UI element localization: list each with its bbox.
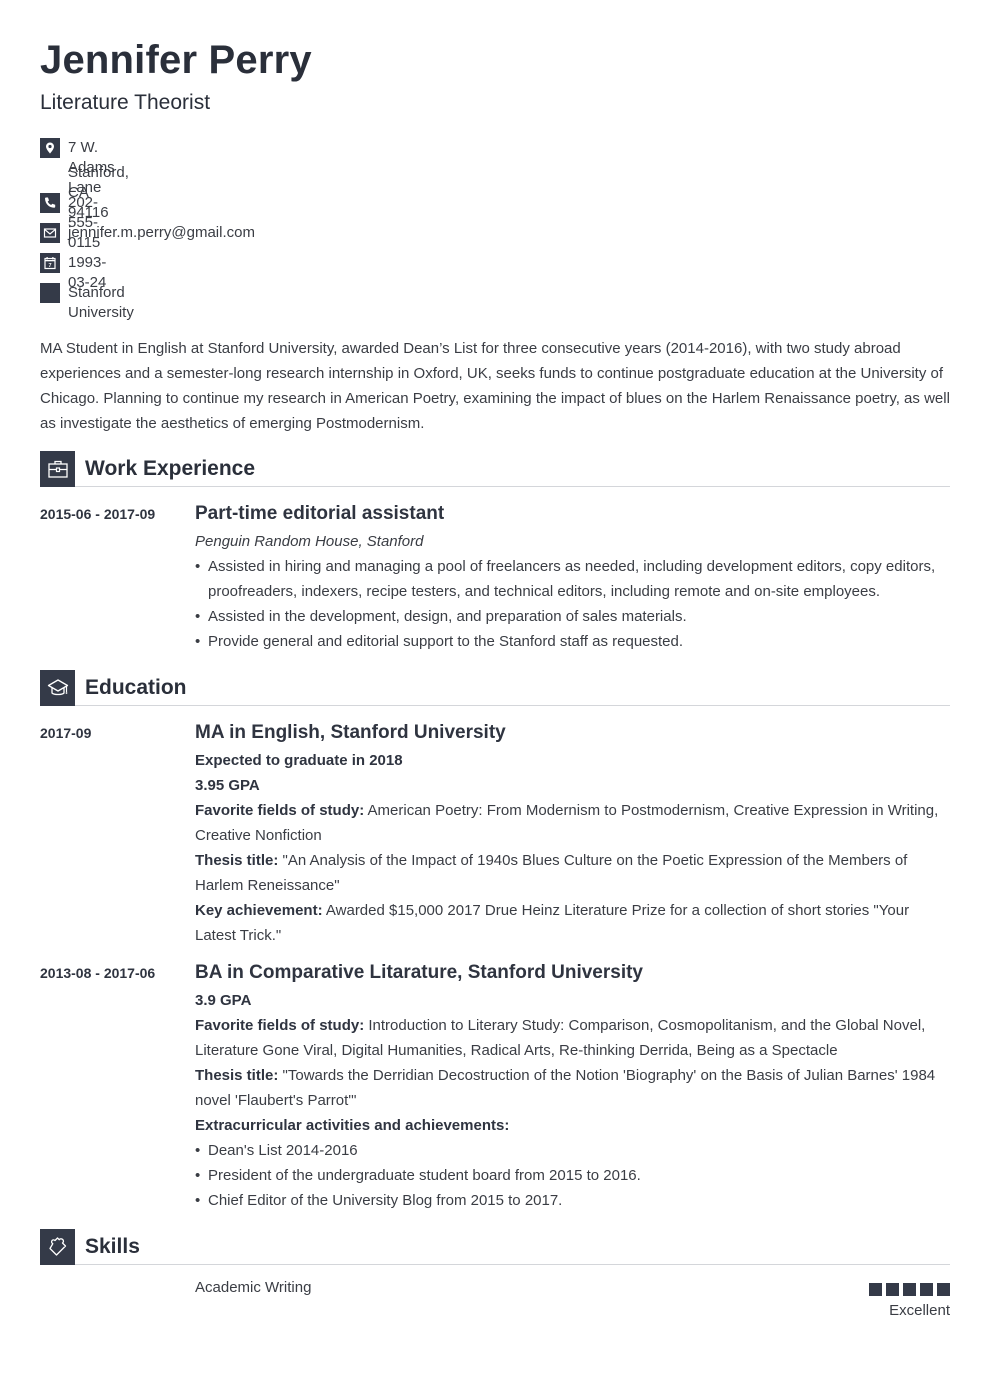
- education-entry: MA in English, Stanford University Expec…: [195, 721, 950, 948]
- list-item: Assisted in the development, design, and…: [195, 604, 950, 629]
- education-entry: BA in Comparative Litarature, Stanford U…: [195, 961, 950, 1213]
- field-label: Key achievement:: [195, 902, 323, 919]
- extracurricular-list: Dean's List 2014-2016 President of the u…: [195, 1138, 950, 1213]
- field-label: Thesis title:: [195, 1067, 279, 1084]
- rating-square: [903, 1283, 916, 1296]
- skill-name: Academic Writing: [195, 1279, 312, 1296]
- contact-phone: 202-555-0115: [40, 193, 101, 251]
- education-date: 2013-08 - 2017-06: [40, 965, 156, 981]
- candidate-title: Literature Theorist: [40, 91, 211, 114]
- expected-graduation: Expected to graduate in 2018: [195, 752, 403, 769]
- section-education: Education: [40, 670, 950, 706]
- address-line-2: Stanford, CA 94116: [68, 164, 129, 221]
- section-title: Skills: [85, 1235, 140, 1258]
- square-icon: [40, 283, 60, 303]
- phone-number: 202-555-0115: [68, 194, 101, 251]
- university-name: Stanford University: [68, 284, 134, 321]
- field-label: Thesis title:: [195, 852, 279, 869]
- key-achievement: Key achievement: Awarded $15,000 2017 Dr…: [195, 898, 950, 948]
- graduation-cap-icon: [40, 670, 75, 706]
- degree-title: BA in Comparative Litarature, Stanford U…: [195, 962, 644, 983]
- section-title: Education: [85, 676, 187, 699]
- rating-square: [920, 1283, 933, 1296]
- field-label: Favorite fields of study:: [195, 802, 365, 819]
- favorite-fields: Favorite fields of study: American Poetr…: [195, 798, 950, 848]
- education-date: 2017-09: [40, 725, 92, 741]
- svg-text:7: 7: [48, 263, 51, 269]
- contact-address: 7 W. Adams Lane Stanford, CA 94116: [40, 138, 129, 221]
- extracurricular-label: Extracurricular activities and achieveme…: [195, 1117, 510, 1134]
- rating-square: [886, 1283, 899, 1296]
- skill-level: Excellent: [889, 1302, 950, 1319]
- list-item: Assisted in hiring and managing a pool o…: [195, 554, 950, 604]
- company-name: Penguin Random House, Stanford: [195, 533, 424, 550]
- contact-university: Stanford University: [40, 283, 134, 321]
- field-label: Favorite fields of study:: [195, 1017, 365, 1034]
- phone-icon: [40, 193, 60, 213]
- thesis: Thesis title: "An Analysis of the Impact…: [195, 848, 950, 898]
- section-skills: Skills: [40, 1229, 950, 1265]
- profile-summary: MA Student in English at Stanford Univer…: [40, 340, 950, 432]
- rating-square: [869, 1283, 882, 1296]
- list-item: Chief Editor of the University Blog from…: [195, 1188, 950, 1213]
- degree-title: MA in English, Stanford University: [195, 722, 506, 743]
- gpa: 3.95 GPA: [195, 777, 260, 794]
- favorite-fields: Favorite fields of study: Introduction t…: [195, 1013, 950, 1063]
- job-title: Part-time editorial assistant: [195, 503, 445, 524]
- calendar-icon: 7: [40, 253, 60, 273]
- thesis: Thesis title: "Towards the Derridian Dec…: [195, 1063, 950, 1113]
- section-title: Work Experience: [85, 457, 256, 480]
- work-date: 2015-06 - 2017-09: [40, 506, 156, 522]
- list-item: Dean's List 2014-2016: [195, 1138, 950, 1163]
- envelope-icon: [40, 223, 60, 243]
- contact-email: jennifer.m.perry@gmail.com: [40, 223, 255, 243]
- location-pin-icon: [40, 138, 60, 158]
- date-of-birth: 1993-03-24: [68, 254, 107, 291]
- rating-square: [937, 1283, 950, 1296]
- email-address: jennifer.m.perry@gmail.com: [68, 224, 255, 241]
- skill-rating: [869, 1283, 950, 1296]
- job-responsibilities: Assisted in hiring and managing a pool o…: [195, 554, 950, 654]
- puzzle-piece-icon: [40, 1229, 75, 1265]
- contact-dob: 7 1993-03-24: [40, 253, 107, 291]
- field-value: "Towards the Derridian Decostruction of …: [195, 1067, 936, 1109]
- list-item: Provide general and editorial support to…: [195, 629, 950, 654]
- address-line-1: 7 W. Adams Lane: [68, 139, 115, 196]
- briefcase-icon: [40, 451, 75, 487]
- candidate-name: Jennifer Perry: [40, 38, 312, 82]
- gpa: 3.9 GPA: [195, 992, 252, 1009]
- section-work-experience: Work Experience: [40, 451, 950, 487]
- field-value: "An Analysis of the Impact of 1940s Blue…: [195, 852, 908, 894]
- list-item: President of the undergraduate student b…: [195, 1163, 950, 1188]
- work-entry: Part-time editorial assistant Penguin Ra…: [195, 502, 950, 654]
